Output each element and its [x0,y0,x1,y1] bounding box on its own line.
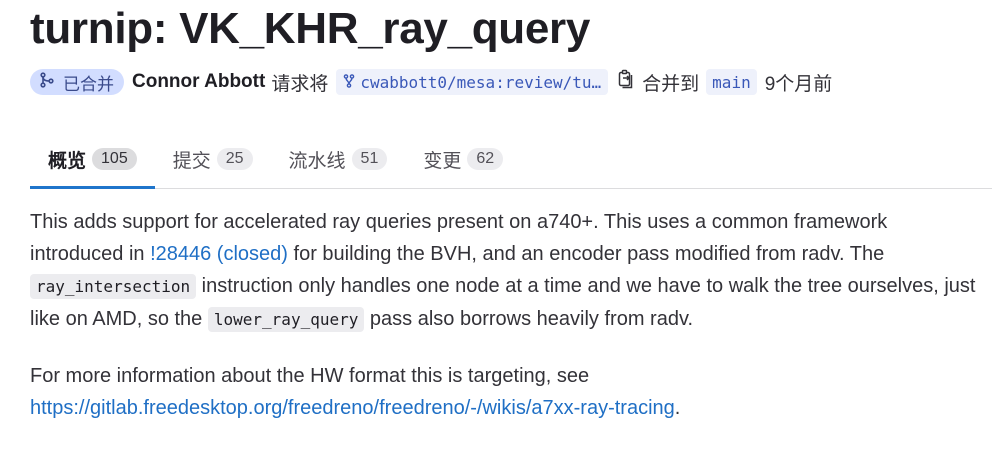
time-ago: 9个月前 [764,73,833,95]
tab-count: 62 [467,148,504,170]
tab-label: 流水线 [288,150,346,172]
tab-bar: 概览 105 提交 25 流水线 51 变更 62 [30,130,992,189]
status-badge: 已合并 [30,69,124,95]
description-text: for building the BVH, and an encoder pas… [287,243,885,265]
description: This adds support for accelerated ray qu… [30,206,980,448]
author-link[interactable]: Connor Abbott [132,71,265,93]
tab-count: 105 [92,148,137,170]
request-verb: 请求将 [271,73,329,95]
tab-label: 变更 [423,150,462,172]
inline-code: lower_ray_query [207,307,365,332]
tab-label: 提交 [172,150,211,172]
related-mr-link[interactable]: !28446 (closed) [150,243,288,265]
tab-overview[interactable]: 概览 105 [30,130,155,189]
description-paragraph: For more information about the HW format… [30,360,980,424]
inline-code: ray_intersection [30,274,197,299]
target-branch[interactable]: main [706,69,757,95]
source-branch-label: cwabbott0/mesa:review/tu… [360,72,602,92]
description-paragraph: This adds support for accelerated ray qu… [30,206,980,336]
tab-count: 25 [216,148,253,170]
merge-request-icon [39,71,55,93]
status-label: 已合并 [63,74,114,94]
source-branch[interactable]: cwabbott0/mesa:review/tu… [336,69,609,95]
description-text: . [674,397,681,419]
copy-icon [618,69,634,95]
merge-into-label: 合并到 [642,73,700,95]
tab-pipelines[interactable]: 流水线 51 [271,130,406,188]
tab-count: 51 [351,148,388,170]
tab-commits[interactable]: 提交 25 [155,130,271,188]
description-text: For more information about the HW format… [30,365,590,387]
branch-icon [343,73,355,92]
tab-label: 概览 [48,150,87,172]
page-title: turnip: VK_KHR_ray_query [30,4,591,53]
tab-changes[interactable]: 变更 62 [405,130,521,188]
merge-request-meta: 已合并 Connor Abbott 请求将 cwabbott0/mesa:rev… [30,66,832,98]
description-text: pass also borrows heavily from radv. [364,308,694,330]
copy-branch-button[interactable] [618,69,634,95]
wiki-link[interactable]: https://gitlab.freedesktop.org/freedreno… [30,397,675,419]
